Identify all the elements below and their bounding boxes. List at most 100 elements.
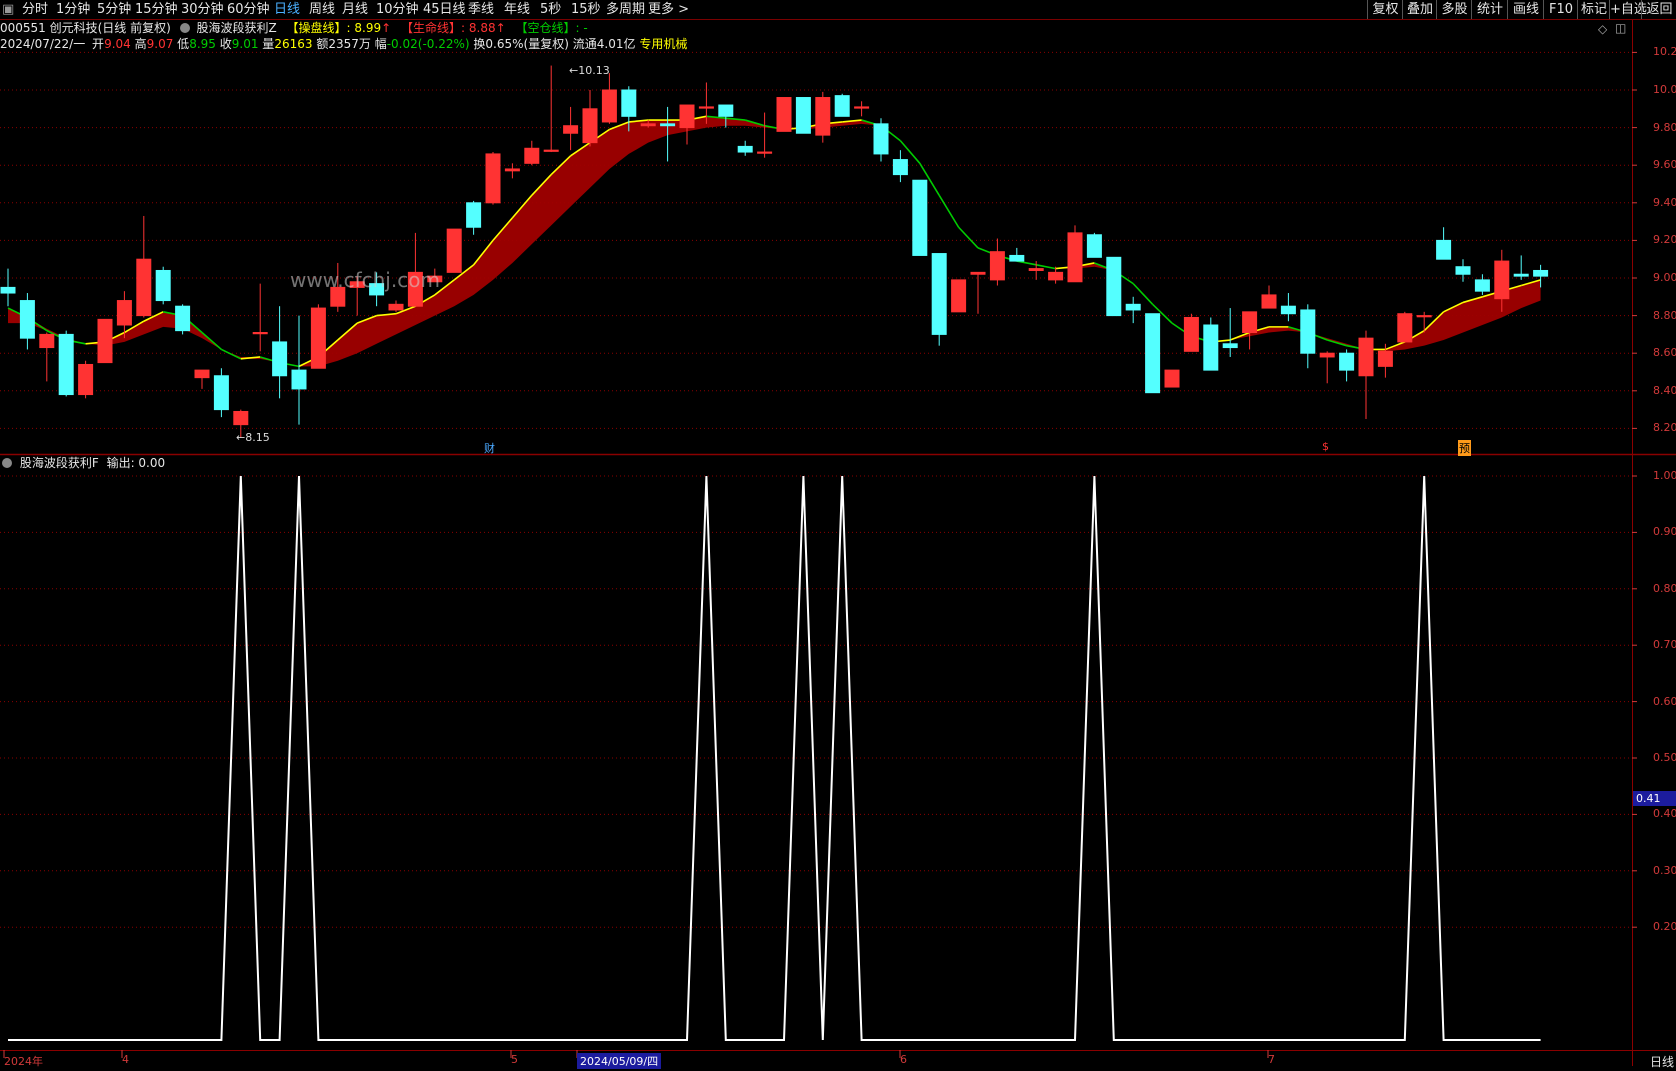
candle-body — [1533, 269, 1549, 277]
candle-body — [795, 97, 811, 134]
left-arrow-icon: ← — [569, 64, 579, 77]
candle-body — [543, 149, 559, 152]
main-y-tick: 9.40 — [1653, 195, 1676, 209]
candle-body — [1280, 305, 1296, 315]
low-price-value: 8.15 — [245, 431, 270, 444]
main-y-tick: 10.00 — [1653, 83, 1676, 96]
candle-body — [78, 363, 94, 396]
candle-body — [1513, 273, 1529, 277]
candle-body — [737, 145, 753, 153]
x-axis-label: 7 — [1268, 1053, 1275, 1066]
candle-body — [310, 307, 326, 369]
candle-body — [912, 179, 928, 256]
low-price-marker: ←8.15 — [236, 431, 270, 444]
ma-fast-segment — [1016, 260, 1037, 266]
event-yu-marker[interactable]: 预 — [1458, 440, 1471, 456]
candle-body — [1106, 256, 1122, 317]
main-y-tick: 9.20 — [1653, 233, 1676, 247]
candle-body — [1455, 266, 1471, 275]
candle-body — [116, 300, 132, 326]
candle-body — [1086, 234, 1102, 258]
candle-body — [1436, 239, 1452, 260]
signal-line — [8, 475, 1541, 1041]
candle-body — [485, 153, 501, 204]
candle-body — [194, 369, 210, 379]
candle-body — [1164, 369, 1180, 388]
candle-body — [1397, 313, 1413, 343]
candle-body — [1319, 352, 1335, 358]
candle-body — [504, 168, 520, 172]
candle-body — [0, 286, 16, 294]
sub-y-tick: 0.60 — [1653, 694, 1676, 708]
x-axis-label: 4 — [122, 1053, 129, 1066]
candle-body — [660, 123, 676, 127]
sub-y-tick: 0.70 — [1653, 638, 1676, 652]
left-arrow-icon: ← — [236, 431, 246, 444]
candle-body — [1242, 311, 1258, 334]
watermark: www.cfchj.com — [290, 268, 440, 292]
candle-body — [1048, 271, 1064, 281]
candle-body — [1261, 294, 1277, 309]
x-axis-label: 5 — [511, 1053, 518, 1066]
high-price-value: 10.13 — [578, 64, 610, 77]
candle-body — [136, 258, 152, 317]
main-y-tick: 9.60 — [1653, 158, 1676, 172]
candle-body — [1474, 279, 1490, 292]
main-y-tick: 10.20 — [1653, 45, 1676, 59]
sub-indicator-name: 股海波段获利F — [19, 456, 99, 470]
event-dollar-marker[interactable]: $ — [1322, 440, 1329, 453]
period-indicator[interactable]: 日线 — [1650, 1053, 1674, 1070]
candle-body — [1009, 254, 1025, 262]
candle-body — [39, 333, 55, 349]
candle-body — [388, 303, 404, 311]
candle-body — [1145, 313, 1161, 394]
main-y-tick: 8.20 — [1653, 421, 1676, 435]
ma-fast-segment — [201, 331, 222, 351]
candle-body — [466, 202, 482, 228]
candle-body — [1183, 316, 1199, 352]
candle-body — [1358, 337, 1374, 377]
candle-body — [640, 123, 656, 127]
sub-toggle-icon[interactable] — [2, 458, 12, 468]
candle-body — [718, 104, 734, 117]
candle-body — [931, 253, 947, 335]
main-y-tick: 8.60 — [1653, 346, 1676, 360]
sub-output-value: 输出: 0.00 — [106, 456, 166, 470]
main-y-tick: 9.00 — [1653, 271, 1676, 284]
candle-body — [1125, 303, 1141, 311]
sub-y-tick: 0.30 — [1653, 863, 1676, 877]
candle-body — [1067, 232, 1083, 283]
candle-body — [698, 106, 714, 109]
candle-body — [58, 333, 74, 396]
sub-y-tick: 0.40 — [1653, 807, 1676, 821]
candle-body — [291, 369, 307, 390]
sub-panel-header: 股海波段获利F 输出: 0.00 — [0, 455, 165, 472]
candle-body — [601, 89, 617, 123]
candle-body — [1339, 352, 1355, 371]
candle-body — [951, 279, 967, 313]
sub-y-tick: 0.80 — [1653, 581, 1676, 595]
kline-chart[interactable] — [0, 0, 1676, 1071]
high-price-marker: ←10.13 — [569, 64, 610, 77]
ma-fast-segment — [1132, 283, 1154, 305]
event-cai-marker[interactable]: 财 — [484, 440, 495, 456]
sub-y-tick: 1.00 — [1653, 469, 1676, 482]
candle-body — [989, 251, 1005, 281]
candle-body — [213, 375, 229, 411]
candle-body — [97, 318, 113, 364]
sub-y-tick: 0.50 — [1653, 751, 1676, 764]
candle-body — [873, 123, 889, 155]
candle-body — [233, 410, 249, 426]
candle-body — [834, 95, 850, 117]
candle-body — [621, 89, 637, 117]
candle-body — [252, 332, 268, 335]
sub-y-tick: 0.90 — [1653, 525, 1676, 539]
candle-body — [1300, 309, 1316, 354]
candle-body — [776, 97, 792, 132]
candle-body — [854, 106, 870, 109]
candle-body — [446, 228, 462, 273]
candle-body — [1416, 315, 1432, 318]
candle-body — [1377, 350, 1393, 367]
sub-cursor-value: 0.41 — [1633, 791, 1676, 806]
ma-fast-segment — [958, 226, 979, 249]
